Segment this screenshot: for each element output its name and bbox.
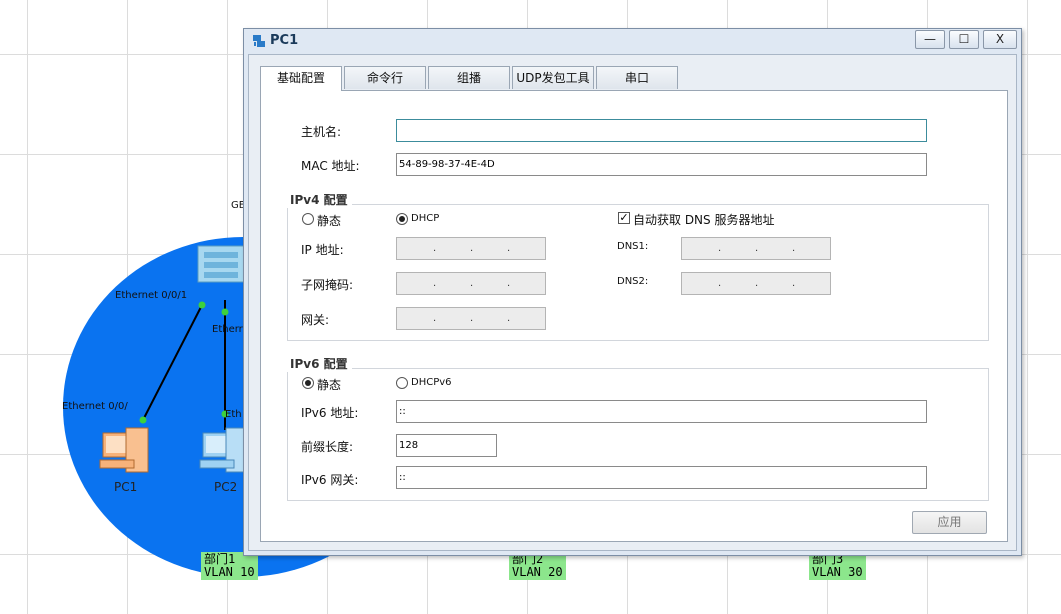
gateway-label: 网关: bbox=[301, 313, 330, 327]
port-dot bbox=[221, 308, 229, 316]
gateway-input[interactable]: ... bbox=[396, 307, 546, 330]
vlan-tag-vlan: VLAN 10 bbox=[204, 565, 255, 579]
ipv4-group-title: IPv4 配置 bbox=[286, 191, 352, 208]
link-label: Etherr bbox=[212, 324, 243, 335]
dns2-input[interactable]: ... bbox=[681, 272, 831, 295]
vlan-tag-30[interactable]: 部门3 VLAN 30 bbox=[809, 552, 866, 580]
device-label-pc1: PC1 bbox=[114, 480, 138, 494]
ipv6-static-label: 静态 bbox=[317, 378, 342, 392]
switch-icon bbox=[197, 245, 245, 283]
auto-dns-checkbox[interactable]: ✓ bbox=[618, 212, 630, 224]
window-titlebar[interactable]: PC1 — ☐ X bbox=[244, 29, 1021, 53]
vlan-tag-20[interactable]: 部门2 VLAN 20 bbox=[509, 552, 566, 580]
dns1-input[interactable]: ... bbox=[681, 237, 831, 260]
minimize-button[interactable]: — bbox=[915, 30, 945, 49]
ipv4-static-radio[interactable] bbox=[302, 213, 314, 225]
ipv6-group-title: IPv6 配置 bbox=[286, 355, 352, 372]
pc2-icon bbox=[199, 427, 245, 473]
ipv4-dhcp-radio[interactable] bbox=[396, 213, 408, 225]
vlan-tag-vlan: VLAN 30 bbox=[812, 565, 863, 579]
pc1-config-window[interactable]: PC1 — ☐ X 基础配置 命令行 组播 UDP发包工具 串口 主机名: MA… bbox=[243, 28, 1022, 556]
link-label: Eth bbox=[225, 409, 242, 420]
port-dot bbox=[139, 416, 147, 424]
hostname-input[interactable] bbox=[396, 119, 927, 142]
ipv6-gateway-label: IPv6 网关: bbox=[301, 473, 359, 487]
maximize-button[interactable]: ☐ bbox=[949, 30, 979, 49]
pc1-icon bbox=[99, 427, 149, 473]
port-dot bbox=[198, 301, 206, 309]
device-label-pc2: PC2 bbox=[214, 480, 238, 494]
ipv4-dhcp-label: DHCP bbox=[411, 213, 440, 224]
prefix-length-input[interactable]: 128 bbox=[396, 434, 497, 457]
tab-multicast[interactable]: 组播 bbox=[428, 66, 510, 89]
window-client: 基础配置 命令行 组播 UDP发包工具 串口 主机名: MAC 地址: 54-8… bbox=[248, 54, 1017, 551]
dns2-label: DNS2: bbox=[617, 276, 649, 287]
ipv6-address-label: IPv6 地址: bbox=[301, 406, 359, 420]
mac-input[interactable]: 54-89-98-37-4E-4D bbox=[396, 153, 927, 176]
tab-serial[interactable]: 串口 bbox=[596, 66, 678, 89]
ipv6-gateway-input[interactable]: :: bbox=[396, 466, 927, 489]
prefix-length-label: 前缀长度: bbox=[301, 440, 354, 454]
tab-command-line[interactable]: 命令行 bbox=[344, 66, 426, 89]
auto-dns-label: 自动获取 DNS 服务器地址 bbox=[633, 213, 775, 227]
vlan-tag-10[interactable]: 部门1 VLAN 10 bbox=[201, 552, 258, 580]
tab-basic-config[interactable]: 基础配置 bbox=[260, 66, 342, 91]
link-label: Ethernet 0/0/ bbox=[62, 401, 128, 412]
app-icon bbox=[253, 35, 265, 47]
basic-config-panel: 主机名: MAC 地址: 54-89-98-37-4E-4D IPv4 配置 静… bbox=[260, 90, 1008, 542]
ipv6-static-radio[interactable] bbox=[302, 377, 314, 389]
window-title: PC1 bbox=[270, 33, 299, 48]
subnet-mask-label: 子网掩码: bbox=[301, 278, 354, 292]
close-button[interactable]: X bbox=[983, 30, 1017, 49]
ipv6-address-input[interactable]: :: bbox=[396, 400, 927, 423]
dns1-label: DNS1: bbox=[617, 241, 649, 252]
ipv4-static-label: 静态 bbox=[317, 214, 342, 228]
vlan-tag-vlan: VLAN 20 bbox=[512, 565, 563, 579]
mac-label: MAC 地址: bbox=[301, 159, 360, 173]
ipv6-dhcp-label: DHCPv6 bbox=[411, 377, 452, 388]
hostname-label: 主机名: bbox=[301, 125, 342, 139]
tab-udp-tool[interactable]: UDP发包工具 bbox=[512, 66, 594, 89]
ipv4-address-input[interactable]: ... bbox=[396, 237, 546, 260]
subnet-mask-input[interactable]: ... bbox=[396, 272, 546, 295]
link-switch-pc1 bbox=[142, 304, 203, 421]
link-label: Ethernet 0/0/1 bbox=[115, 290, 188, 301]
apply-button[interactable]: 应用 bbox=[912, 511, 987, 534]
ipv6-dhcp-radio[interactable] bbox=[396, 377, 408, 389]
ipv4-address-label: IP 地址: bbox=[301, 243, 344, 257]
